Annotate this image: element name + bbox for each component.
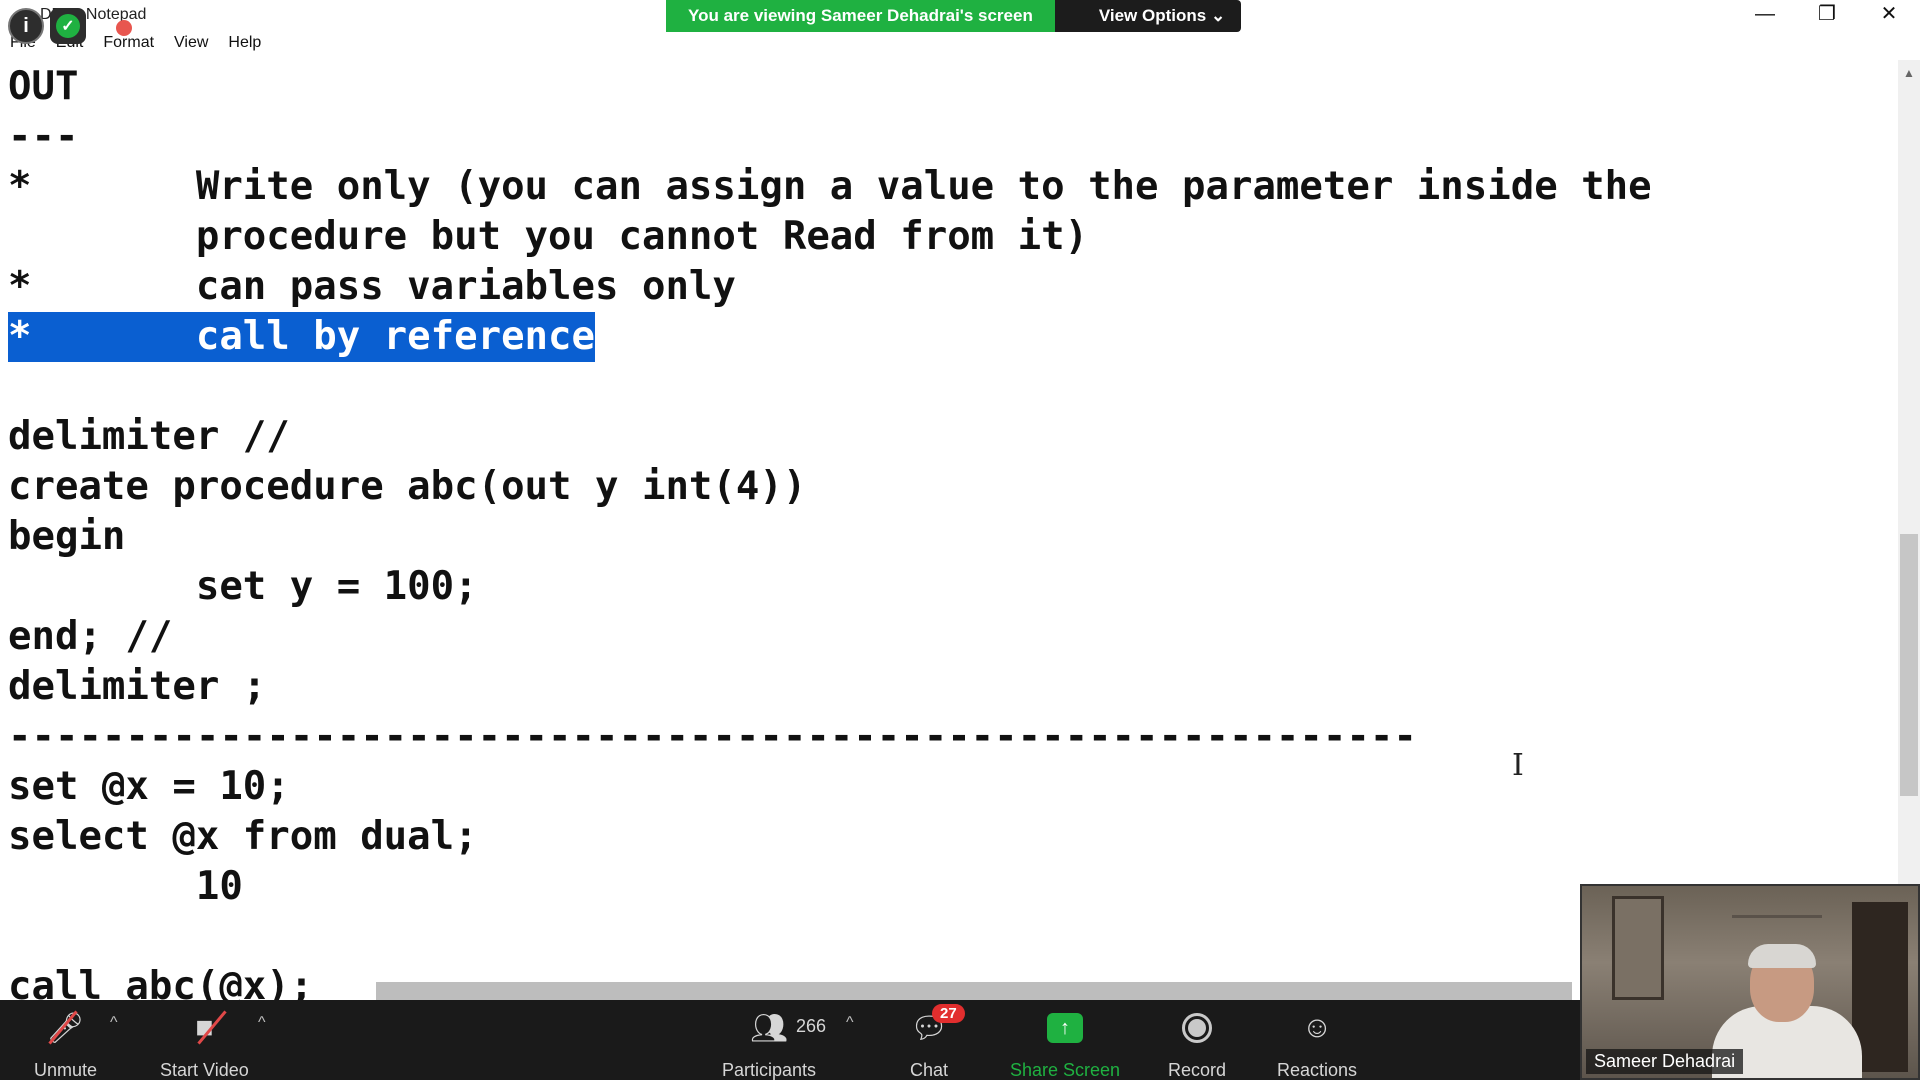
editor-line: begin <box>8 514 126 559</box>
menu-view[interactable]: View <box>174 34 208 58</box>
editor-line: set @x = 10; <box>8 764 290 809</box>
scroll-up-icon[interactable]: ▲ <box>1903 66 1915 80</box>
video-options-chevron-icon[interactable]: ^ <box>258 1014 266 1032</box>
horizontal-scrollbar[interactable] <box>376 982 1572 1000</box>
menu-help[interactable]: Help <box>228 34 261 58</box>
share-screen-label: Share Screen <box>1010 1060 1121 1080</box>
editor-line: procedure but you cannot Read from it) <box>8 214 1089 259</box>
editor-line: delimiter ; <box>8 664 267 709</box>
selected-editor-line: * call by reference <box>8 312 595 362</box>
start-video-button[interactable]: ■ Start Video <box>160 1010 249 1081</box>
minimize-button[interactable]: — <box>1734 0 1796 30</box>
audio-options-chevron-icon[interactable]: ^ <box>110 1014 118 1032</box>
editor-line: create procedure abc(out y int(4)) <box>8 464 807 509</box>
editor-line: select @x from dual; <box>8 814 478 859</box>
editor-line: end; // <box>8 614 173 659</box>
unmute-button[interactable]: 🎤︎ Unmute <box>34 1010 97 1081</box>
editor-line: call abc(@x); <box>8 964 314 1000</box>
text-editor[interactable]: OUT --- * Write only (you can assign a v… <box>0 62 1898 1000</box>
reactions-label: Reactions <box>1277 1060 1358 1080</box>
participant-hair <box>1748 944 1816 968</box>
editor-line: ----------------------------------------… <box>8 714 1417 759</box>
close-button[interactable]: ✕ <box>1858 0 1920 30</box>
viewing-screen-message: You are viewing Sameer Dehadrai's screen <box>666 0 1055 32</box>
start-video-label: Start Video <box>160 1060 249 1080</box>
participants-count: 266 <box>796 1016 827 1036</box>
participant-video-tile[interactable]: Sameer Dehadrai <box>1580 884 1920 1080</box>
security-shield-icon[interactable]: ✓ <box>50 8 86 44</box>
participants-icon: 👥︎ <box>749 1011 789 1045</box>
recording-indicator-icon <box>116 20 132 36</box>
ceiling-fan <box>1732 890 1822 918</box>
info-icon[interactable]: i <box>8 8 44 44</box>
reactions-icon: ☺ <box>1301 1011 1333 1044</box>
camera-off-icon: ■ <box>195 1011 214 1044</box>
menu-format[interactable]: Format <box>103 34 154 58</box>
editor-line: --- <box>8 114 79 159</box>
editor-line: delimiter // <box>8 414 290 459</box>
view-options-button[interactable]: View Options ⌄ <box>1054 0 1242 32</box>
vertical-scrollbar[interactable]: ▲ <box>1898 60 1920 998</box>
chat-label: Chat <box>910 1060 949 1080</box>
participant-name-label: Sameer Dehadrai <box>1586 1049 1744 1074</box>
editor-line: * Write only (you can assign a value to … <box>8 164 1652 209</box>
restore-button[interactable]: ❐ <box>1796 0 1858 30</box>
record-icon <box>1182 1013 1213 1043</box>
text-cursor-icon: I <box>1512 748 1524 783</box>
vertical-scroll-thumb[interactable] <box>1900 534 1918 796</box>
participants-label: Participants <box>722 1060 817 1080</box>
editor-line: 10 <box>8 864 243 909</box>
record-button[interactable]: Record <box>1168 1010 1226 1081</box>
unmute-label: Unmute <box>34 1060 98 1080</box>
editor-line: set y = 100; <box>8 564 478 609</box>
microphone-muted-icon: 🎤︎ <box>46 1011 85 1045</box>
screen-share-banner: You are viewing Sameer Dehadrai's screen… <box>666 0 1242 32</box>
wall-frame <box>1612 896 1664 1000</box>
share-screen-button[interactable]: ↑ Share Screen <box>1010 1010 1120 1081</box>
share-screen-icon: ↑ <box>1047 1013 1084 1043</box>
chat-icon: 💬︎ 27 <box>910 1004 965 1046</box>
editor-line: * can pass variables only <box>8 264 736 309</box>
editor-line: OUT <box>8 64 79 109</box>
meeting-icons: i ✓ <box>8 8 86 44</box>
participants-chevron-icon[interactable]: ^ <box>846 1014 854 1032</box>
record-label: Record <box>1168 1060 1227 1080</box>
window-controls: — ❐ ✕ <box>1734 0 1920 30</box>
chat-button[interactable]: 💬︎ 27 Chat <box>910 1004 965 1081</box>
reactions-button[interactable]: ☺ Reactions <box>1277 1010 1357 1081</box>
chat-badge: 27 <box>932 1004 965 1023</box>
